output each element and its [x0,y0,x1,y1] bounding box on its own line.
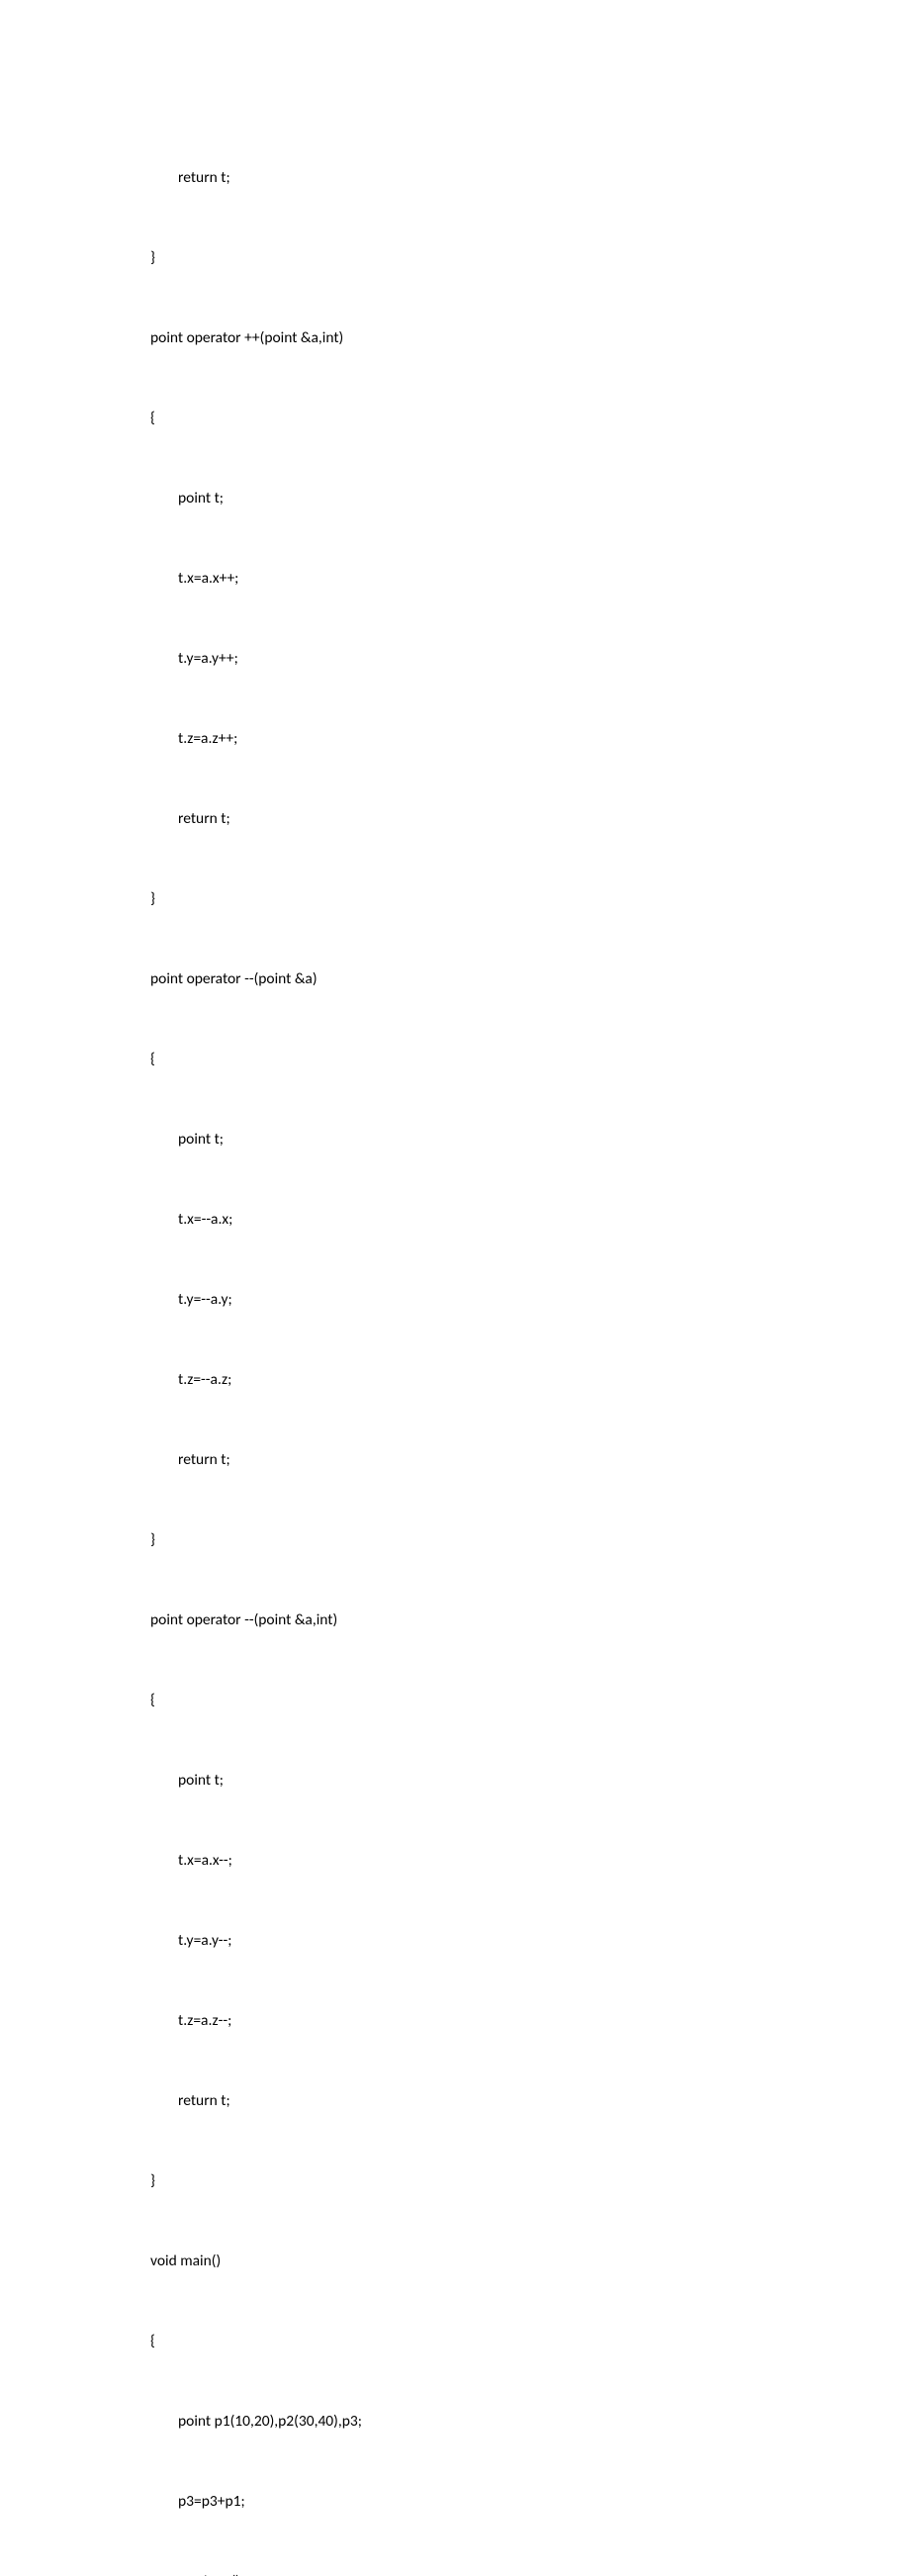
code-line: return t; [150,2087,760,2114]
code-line: t.z=--a.z; [150,1366,760,1393]
code-line: void main() [150,2248,760,2274]
code-line: p3.show(); [150,2568,760,2576]
code-line: point operator --(point &a,int) [150,1607,760,1633]
code-line: { [150,1687,760,1713]
code-line: t.z=a.z--; [150,2007,760,2034]
code-block: return t; } point operator ++(point &a,i… [150,111,760,2576]
code-line: } [150,244,760,271]
code-line: point operator ++(point &a,int) [150,324,760,351]
code-line: t.x=a.x--; [150,1847,760,1874]
code-line: t.y=a.y++; [150,645,760,672]
code-line: { [150,405,760,431]
code-line: { [150,2328,760,2354]
code-line: point t; [150,485,760,511]
code-line: { [150,1046,760,1072]
code-line: } [150,2167,760,2194]
code-line: t.x=a.x++; [150,565,760,592]
code-line: } [150,885,760,912]
code-line: t.y=--a.y; [150,1286,760,1313]
code-line: point t; [150,1767,760,1794]
code-line: } [150,1526,760,1553]
code-line: point t; [150,1126,760,1152]
code-line: return t; [150,164,760,191]
code-line: return t; [150,805,760,832]
code-line: p3=p3+p1; [150,2488,760,2515]
code-line: return t; [150,1446,760,1473]
code-line: point operator --(point &a) [150,966,760,992]
code-line: point p1(10,20),p2(30,40),p3; [150,2408,760,2435]
code-line: t.y=a.y--; [150,1927,760,1954]
code-line: t.x=--a.x; [150,1206,760,1233]
code-line: t.z=a.z++; [150,725,760,752]
